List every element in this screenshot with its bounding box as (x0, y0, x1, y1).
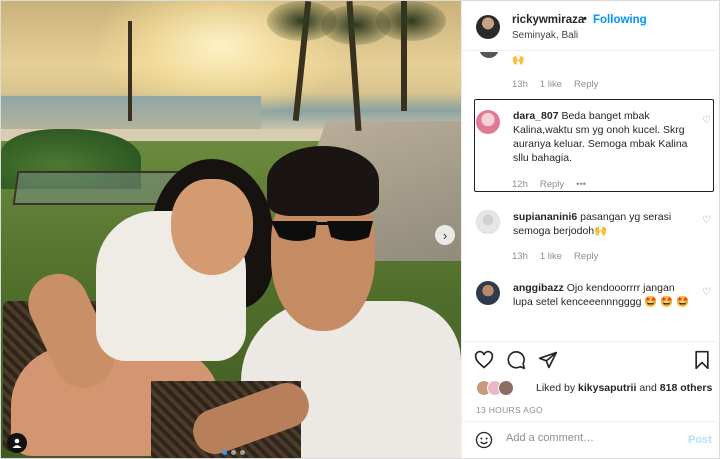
likes-summary: Liked by kikysaputrii and 818 others (462, 377, 720, 401)
bookmark-icon[interactable] (692, 350, 712, 370)
post-actions (462, 341, 720, 377)
comment-body: supiananini6 pasangan yg serasi semoga b… (513, 210, 695, 238)
emoji-icon[interactable] (475, 431, 493, 449)
following-button[interactable]: Following (593, 14, 647, 26)
reply-button[interactable]: Reply (540, 179, 564, 190)
share-icon[interactable] (538, 350, 558, 370)
add-comment-bar: Post (462, 421, 720, 458)
comment-avatar[interactable] (476, 110, 500, 134)
user-tag-icon[interactable] (7, 433, 27, 453)
heart-icon[interactable] (474, 350, 494, 370)
palm-crown (376, 1, 446, 41)
comment-meta: 12h Reply ••• (512, 179, 586, 190)
liker-username[interactable]: kikysaputrii (578, 382, 636, 394)
more-options-button[interactable]: ••• (576, 179, 586, 190)
avatar (498, 380, 514, 396)
author-username[interactable]: rickywmiraza (512, 14, 584, 26)
post-side-panel: rickywmiraza • Following Seminyak, Bali … (461, 1, 720, 458)
comment-avatar[interactable] (479, 52, 499, 58)
comment-avatar[interactable] (476, 281, 500, 305)
chevron-right-icon[interactable]: › (435, 225, 455, 245)
heart-icon[interactable]: ♡ (702, 287, 711, 298)
beach-sign-post (128, 21, 132, 121)
carousel-dots (222, 450, 245, 455)
carousel-dot (240, 450, 245, 455)
comment-age[interactable]: 13h (512, 79, 528, 90)
comment-meta: 13h 1 like Reply (512, 251, 598, 262)
post-photo[interactable]: › (1, 1, 461, 458)
comment-username[interactable]: dara_807 (513, 110, 559, 122)
reply-button[interactable]: Reply (574, 251, 598, 262)
post-timestamp[interactable]: 13 HOURS AGO (476, 405, 543, 415)
comment-username[interactable]: anggibazz (513, 282, 564, 294)
likes-and: and (639, 382, 657, 394)
add-comment-input[interactable] (506, 432, 676, 444)
avatar[interactable] (476, 15, 500, 39)
reply-button[interactable]: Reply (574, 79, 598, 90)
comment-likes[interactable]: 1 like (540, 79, 562, 90)
woman-face (171, 179, 253, 275)
likes-prefix: Liked by (536, 382, 576, 394)
comments-list[interactable]: 🙌 13h 1 like Reply dara_807 Beda banget … (462, 52, 720, 341)
comment-username[interactable]: supiananini6 (513, 211, 577, 223)
man-hair (267, 146, 379, 216)
sunglasses (271, 221, 373, 241)
post-button[interactable]: Post (688, 434, 712, 446)
location-link[interactable]: Seminyak, Bali (512, 30, 578, 41)
heart-icon[interactable]: ♡ (702, 115, 711, 126)
others-likes-link[interactable]: 818 others (660, 382, 713, 394)
likes-text: Liked by kikysaputrii and 818 others (536, 382, 712, 394)
comment-age[interactable]: 12h (512, 179, 528, 190)
header-separator: • (583, 13, 587, 25)
carousel-dot (231, 450, 236, 455)
comment-icon[interactable] (506, 350, 526, 370)
comment-age[interactable]: 13h (512, 251, 528, 262)
carousel-dot-active (222, 450, 227, 455)
comment-likes[interactable]: 1 like (540, 251, 562, 262)
comment-text: 🙌 (512, 55, 525, 66)
comment-avatar[interactable] (476, 210, 500, 234)
liker-avatars[interactable] (476, 380, 514, 396)
post-header: rickywmiraza • Following Seminyak, Bali (462, 1, 720, 51)
heart-icon[interactable]: ♡ (702, 215, 711, 226)
comment-body: anggibazz Ojo kendooorrrr jangan lupa se… (513, 281, 695, 309)
comment-body: dara_807 Beda banget mbak Kalina,waktu s… (513, 109, 695, 165)
comment-meta: 13h 1 like Reply (512, 79, 598, 90)
